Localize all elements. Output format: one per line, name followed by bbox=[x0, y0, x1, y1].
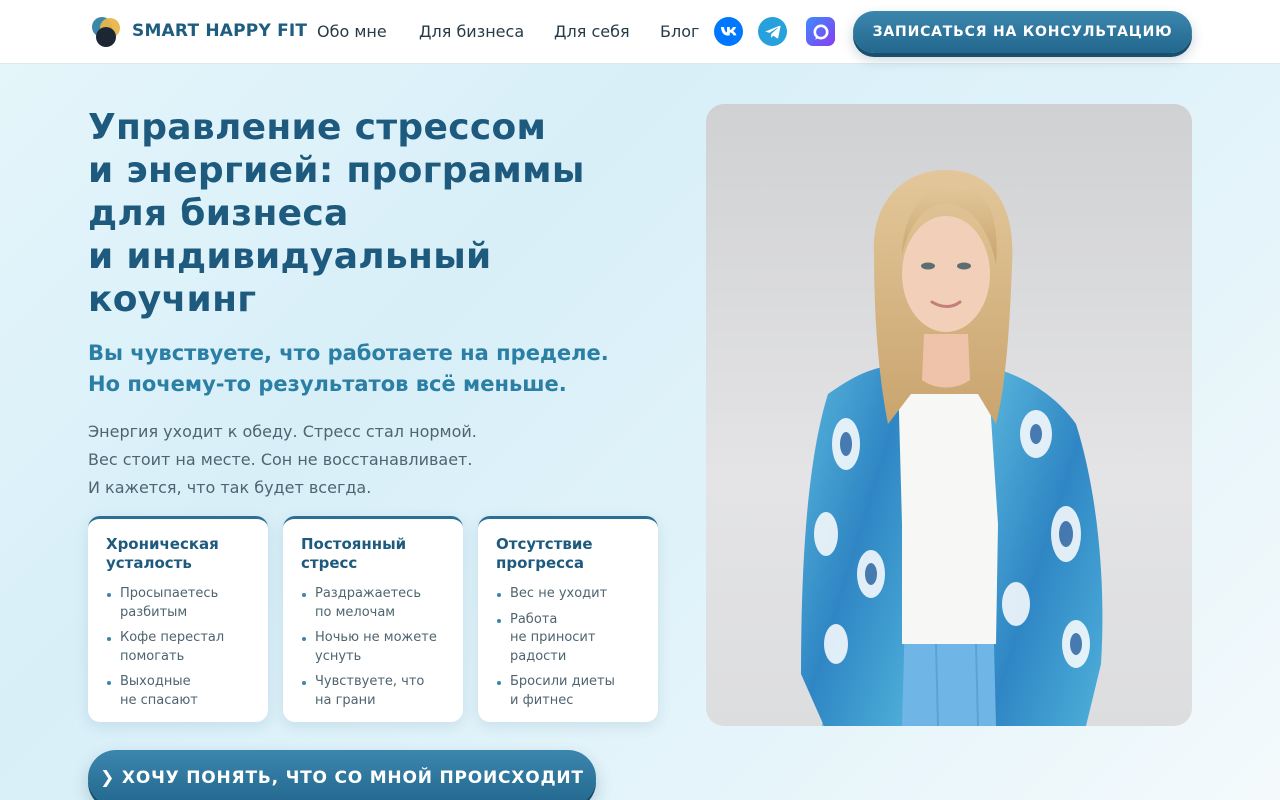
card-title: Хроническая усталость bbox=[106, 535, 219, 572]
header-consultation-button[interactable]: ЗАПИСАТЬСЯ НА КОНСУЛЬТАЦИЮ bbox=[853, 11, 1192, 53]
telegram-icon[interactable] bbox=[758, 17, 787, 46]
max-messenger-icon[interactable] bbox=[806, 17, 835, 46]
list-item: Раздражаетесь по мелочам bbox=[301, 585, 447, 622]
brand-logo-icon[interactable] bbox=[90, 16, 122, 48]
list-item: Выходные не спасают bbox=[106, 673, 252, 710]
site-header: SMART HAPPY FIT Обо мне Для бизнеса Для … bbox=[0, 0, 1280, 64]
hero-title: Управление стрессом и энергией: программ… bbox=[88, 107, 585, 320]
hero-subtitle: Вы чувствуете, что работаете на пределе.… bbox=[88, 341, 609, 396]
card-title: Постоянный стресс bbox=[301, 535, 407, 572]
vk-icon[interactable] bbox=[714, 17, 743, 46]
brand-name[interactable]: SMART HAPPY FIT bbox=[132, 21, 307, 41]
list-item: Работа не приносит радости bbox=[496, 611, 642, 667]
list-item: Ночью не можете уснуть bbox=[301, 629, 447, 666]
card-list: Раздражаетесь по мелочам Ночью не можете… bbox=[301, 585, 447, 710]
list-item: Вес не уходит bbox=[496, 585, 642, 604]
card-list: Вес не уходит Работа не приносит радости… bbox=[496, 585, 642, 710]
card-title: Отсутствие прогресса bbox=[496, 535, 593, 572]
coach-photo bbox=[706, 104, 1192, 726]
card-list: Просыпаетесь разбитым Кофе перестал помо… bbox=[106, 585, 252, 710]
symptom-card-stress: Постоянный стресс Раздражаетесь по мелоч… bbox=[283, 516, 463, 722]
hero-description: Энергия уходит к обеду. Стресс стал норм… bbox=[88, 422, 477, 497]
nav-link-about[interactable]: Обо мне bbox=[317, 22, 387, 41]
nav-link-personal[interactable]: Для себя bbox=[554, 22, 630, 41]
nav-link-blog[interactable]: Блог bbox=[660, 22, 699, 41]
list-item: Бросили диеты и фитнес bbox=[496, 673, 642, 710]
hero-cta-button[interactable]: ❯ ХОЧУ ПОНЯТЬ, ЧТО СО МНОЙ ПРОИСХОДИТ bbox=[88, 750, 596, 800]
list-item: Просыпаетесь разбитым bbox=[106, 585, 252, 622]
list-item: Кофе перестал помогать bbox=[106, 629, 252, 666]
symptom-card-fatigue: Хроническая усталость Просыпаетесь разби… bbox=[88, 516, 268, 722]
symptom-card-no-progress: Отсутствие прогресса Вес не уходит Работ… bbox=[478, 516, 658, 722]
nav-link-business[interactable]: Для бизнеса bbox=[419, 22, 524, 41]
list-item: Чувствуете, что на грани bbox=[301, 673, 447, 710]
